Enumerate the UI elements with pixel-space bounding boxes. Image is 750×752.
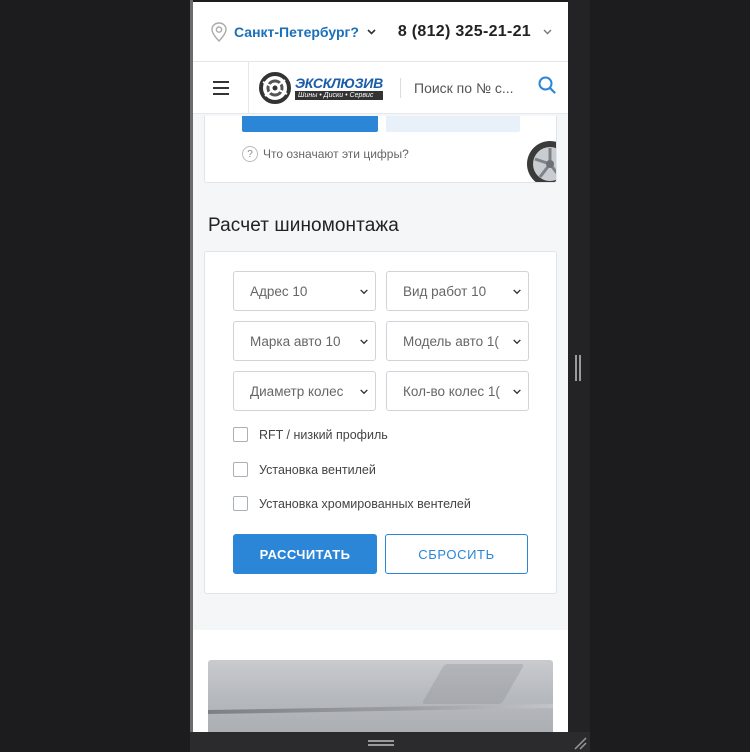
chevron-down-icon [510,385,522,399]
chevron-down-icon [543,29,552,34]
city-selector[interactable]: Санкт-Петербург? [210,21,382,42]
section-title: Расчет шиномонтажа [208,215,399,236]
valves-label: Установка вентилей [259,462,376,477]
valves-checkbox[interactable] [233,462,248,477]
phone-selector[interactable]: 8 (812) 325-21-21 [398,23,552,41]
hamburger-icon [212,86,229,89]
address-select[interactable]: Адрес 10 [233,271,376,311]
search-input[interactable] [414,79,514,96]
window-bottom-bar [190,732,590,752]
photo-detail [208,703,553,715]
menu-button[interactable] [193,61,249,114]
tire-logo-icon [259,71,291,104]
phone-number: 8 (812) 325-21-21 [397,22,531,40]
rft-checkbox[interactable] [233,427,248,442]
top-bar: Санкт-Петербург? 8 (812) 325-21-21 [193,2,568,62]
vertical-resize-handle[interactable] [575,355,581,381]
photo-detail [421,664,525,704]
search-box [401,76,568,99]
logo-tagline: Шины • Диски • Сервис [295,90,383,100]
work-type-select[interactable]: Вид работ 10 [386,271,529,311]
search-icon [538,76,556,94]
chevron-down-icon [510,285,522,299]
tire-fitting-calculator: Адрес 10 Вид работ 10 Марка авто 10 Моде… [204,251,557,594]
location-pin-icon [211,21,227,42]
chrome-valves-checkbox[interactable] [233,496,248,511]
horizontal-resize-handle[interactable] [368,740,394,746]
rft-option[interactable]: RFT / низкий профиль [233,427,388,442]
car-brand-select[interactable]: Марка авто 10 [233,321,376,361]
help-link[interactable]: ? Что означают эти цифры? [242,146,409,162]
chevron-down-icon [510,335,522,349]
wheel-image [527,141,556,182]
header-bar: ЭКСКЛЮЗИВ Шины • Диски • Сервис [193,61,568,114]
chevron-down-icon [357,385,369,399]
resize-corner-icon[interactable] [573,736,587,750]
chevron-down-icon [357,335,369,349]
chevron-down-icon [357,285,369,299]
city-label: Санкт-Петербург? [234,23,359,40]
question-icon: ? [242,146,258,162]
chevron-down-icon [367,28,376,35]
wheel-count-select-value: Кол-во колес 1( [403,383,500,399]
chrome-valves-option[interactable]: Установка хромированных вентелей [233,496,471,511]
car-model-select-value: Модель авто 1( [403,333,499,349]
reset-button[interactable] [386,116,520,132]
car-model-select[interactable]: Модель авто 1( [386,321,529,361]
wheel-diameter-select-value: Диаметр колес [250,383,344,399]
tire-selection-card: ? Что означают эти цифры? [204,116,557,183]
logo-wordmark: ЭКСКЛЮЗИВ [295,74,383,91]
help-text: Что означают эти цифры? [263,147,409,161]
address-select-value: Адрес 10 [250,283,308,299]
wheel-count-select[interactable]: Кол-во колес 1( [386,371,529,411]
select-button[interactable] [242,116,378,132]
search-button[interactable] [538,76,556,99]
reset-button[interactable]: СБРОСИТЬ [385,534,528,574]
chrome-valves-label: Установка хромированных вентелей [259,496,471,511]
wheel-diameter-select[interactable]: Диаметр колес [233,371,376,411]
rft-label: RFT / низкий профиль [259,427,388,442]
promo-photo [208,660,553,732]
work-type-select-value: Вид работ 10 [403,283,487,299]
valves-option[interactable]: Установка вентилей [233,462,376,477]
mobile-viewport[interactable]: Санкт-Петербург? 8 (812) 325-21-21 ЭКСКЛ… [193,2,568,732]
logo[interactable]: ЭКСКЛЮЗИВ Шины • Диски • Сервис [249,71,397,104]
calculate-button[interactable]: РАССЧИТАТЬ [233,534,377,574]
car-brand-select-value: Марка авто 10 [250,333,341,349]
